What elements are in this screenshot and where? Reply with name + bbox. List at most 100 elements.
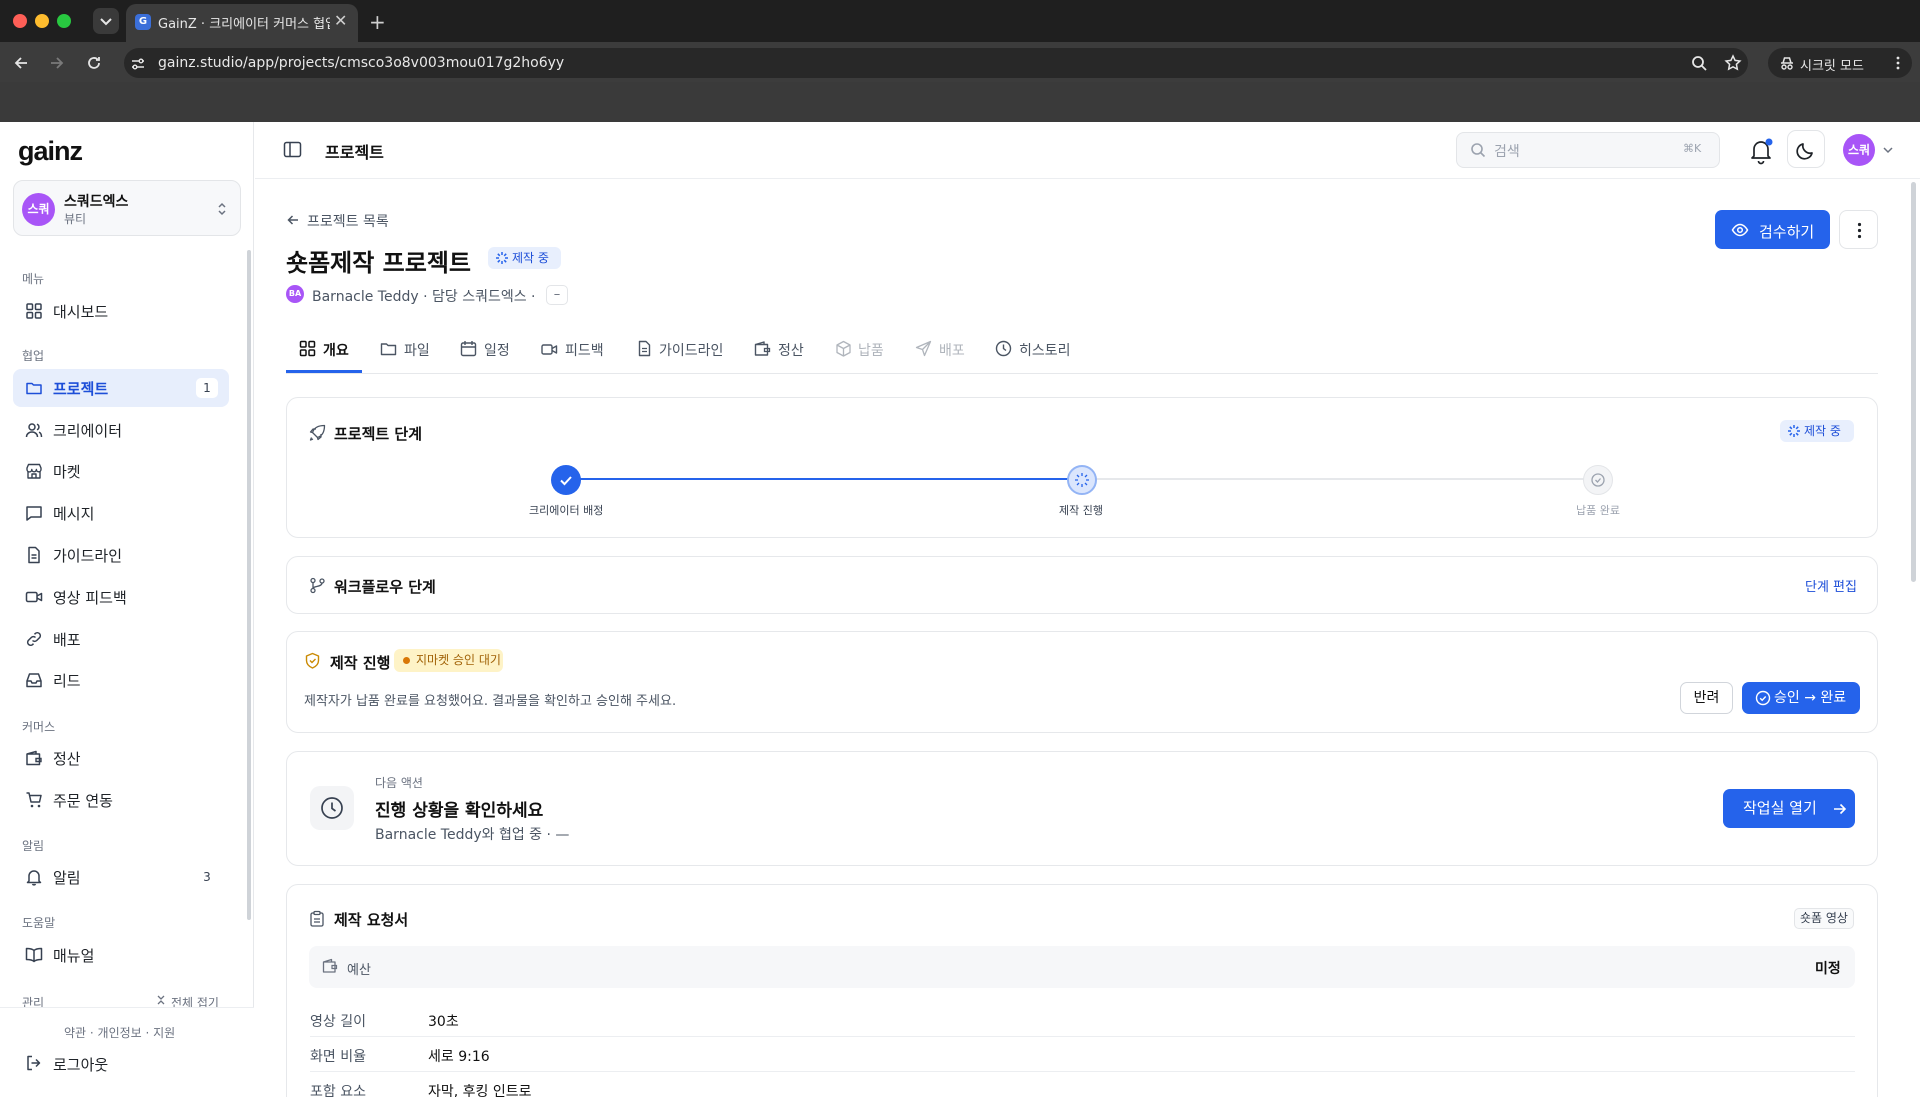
card-title: 제작 요청서 <box>334 911 409 929</box>
tabs-divider <box>286 373 1878 374</box>
sidebar-item-label: 마켓 <box>53 463 81 481</box>
notifications-button[interactable] <box>1741 130 1781 170</box>
tab-feedback[interactable]: 피드백 <box>565 340 604 360</box>
main-scrollbar[interactable] <box>1911 182 1916 582</box>
spec-key: 영상 길이 <box>310 1014 366 1030</box>
footer-links[interactable]: 약관 · 개인정보 · 지원 <box>64 1024 175 1041</box>
sidebar-item-order-sync[interactable] <box>13 781 229 819</box>
chevron-updown-icon <box>218 202 226 216</box>
sidebar-item-label: 프로젝트 <box>53 380 109 398</box>
sidebar-item-leads[interactable] <box>13 661 229 699</box>
workspace-avatar: 스쿼 <box>22 193 55 226</box>
tab-settlement[interactable]: 정산 <box>778 340 804 360</box>
bell-icon <box>26 870 42 886</box>
tab-files[interactable]: 파일 <box>404 340 430 360</box>
reject-button[interactable]: 반려 <box>1680 682 1733 714</box>
workflow-card <box>286 556 1878 614</box>
incognito-icon <box>1781 57 1793 70</box>
app-logo[interactable]: gainz <box>18 136 83 167</box>
store-icon <box>26 463 42 479</box>
search-icon <box>1471 143 1486 158</box>
dashboard-icon <box>26 303 42 319</box>
document-icon <box>638 340 651 357</box>
sidebar-item-label: 리드 <box>53 672 81 690</box>
close-tab-icon[interactable]: ✕ <box>334 11 347 30</box>
minimize-window-button[interactable] <box>35 14 49 28</box>
check-circle-icon <box>1591 473 1605 487</box>
sidebar-item-label: 대시보드 <box>53 303 109 321</box>
stepper-remaining-line <box>1082 478 1598 480</box>
theme-toggle-button[interactable] <box>1787 130 1825 168</box>
sidebar-item-manual[interactable] <box>13 936 229 974</box>
approval-status-badge: 지마켓 승인 대기 <box>394 649 503 672</box>
sidebar-item-messages[interactable] <box>13 494 229 532</box>
search-shortcut: ⌘K <box>1683 142 1702 155</box>
status-label: 제작 중 <box>512 251 549 265</box>
sidebar-item-distribution[interactable] <box>13 620 229 658</box>
sidebar-item-dashboard[interactable] <box>13 292 229 330</box>
tab-distribution[interactable]: 배포 <box>939 340 965 360</box>
reload-icon[interactable] <box>85 54 103 72</box>
status-dot <box>403 657 410 664</box>
maximize-window-button[interactable] <box>57 14 71 28</box>
stepper-label: 제작 진행 <box>1059 504 1103 517</box>
sidebar-item-label: 가이드라인 <box>53 547 123 565</box>
tab-delivery[interactable]: 납품 <box>858 340 884 360</box>
bookmark-star-icon[interactable] <box>1724 54 1742 72</box>
close-window-button[interactable] <box>13 14 27 28</box>
row-divider <box>310 1071 1855 1072</box>
tab-overview[interactable]: 개요 <box>323 340 349 360</box>
tab-title: GainZ · 크리에이터 커머스 협업 C <box>158 17 330 32</box>
production-card <box>286 631 1878 733</box>
stage-status-label: 제작 중 <box>1804 424 1841 438</box>
chevron-down-icon[interactable] <box>1882 144 1894 156</box>
link-icon <box>26 631 42 647</box>
url-text[interactable]: gainz.studio/app/projects/cmsco3o8v003mo… <box>158 55 564 71</box>
loader-icon <box>1788 425 1800 437</box>
active-tab-indicator <box>286 370 362 373</box>
forward-arrow-icon[interactable] <box>48 54 66 72</box>
stepper-label: 납품 완료 <box>1576 504 1620 517</box>
project-title: 숏폼제작 프로젝트 <box>286 249 471 277</box>
tab-guideline[interactable]: 가이드라인 <box>659 340 723 360</box>
section-label-menu: 메뉴 <box>22 272 45 286</box>
tab-search-button[interactable] <box>93 8 119 34</box>
git-branch-icon <box>310 577 325 594</box>
clipboard-icon <box>310 910 324 927</box>
next-action-title: 진행 상황을 확인하세요 <box>375 801 544 821</box>
sidebar-item-settlement[interactable] <box>13 739 229 777</box>
card-title: 워크플로우 단계 <box>334 578 436 596</box>
tab-schedule[interactable]: 일정 <box>484 340 510 360</box>
eye-icon <box>1731 223 1749 237</box>
clock-icon <box>321 797 343 819</box>
sidebar-item-label: 영상 피드백 <box>53 589 127 607</box>
tab-history[interactable]: 히스토리 <box>1019 340 1071 360</box>
sidebar-toggle-icon[interactable] <box>283 140 302 159</box>
kebab-menu-icon[interactable] <box>1890 55 1906 71</box>
back-to-projects-link[interactable]: 프로젝트 목록 <box>307 211 389 231</box>
logout-icon <box>27 1055 41 1071</box>
meta-extra-badge[interactable]: – <box>546 285 568 305</box>
arrow-left-icon <box>287 215 298 225</box>
project-meta: Barnacle Teddy · 담당 스쿼드엑스 · <box>312 289 536 305</box>
send-icon <box>915 340 932 357</box>
sidebar-item-label: 크리에이터 <box>53 422 123 440</box>
logout-button[interactable]: 로그아웃 <box>53 1054 108 1075</box>
loader-icon <box>1075 473 1089 487</box>
new-tab-button[interactable]: + <box>369 10 386 34</box>
spec-value: 자막, 후킹 인트로 <box>428 1084 532 1097</box>
favicon-icon: G <box>135 14 151 30</box>
video-icon <box>541 344 558 355</box>
production-description: 제작자가 납품 완료를 요청했어요. 결과물을 확인하고 승인해 주세요. <box>304 694 677 709</box>
package-icon <box>836 340 851 357</box>
more-options-button[interactable] <box>1839 210 1878 249</box>
zoom-icon[interactable] <box>1691 55 1708 72</box>
arrow-right-icon <box>1834 803 1847 815</box>
back-arrow-icon[interactable] <box>12 54 30 72</box>
sidebar-item-market[interactable] <box>13 452 229 490</box>
edit-steps-link[interactable]: 단계 편집 <box>1805 576 1857 595</box>
page-title: 프로젝트 <box>325 143 384 162</box>
user-avatar[interactable]: 스쿼 <box>1843 134 1875 166</box>
site-info-icon[interactable] <box>130 56 146 72</box>
sidebar-scrollbar[interactable] <box>247 250 251 920</box>
